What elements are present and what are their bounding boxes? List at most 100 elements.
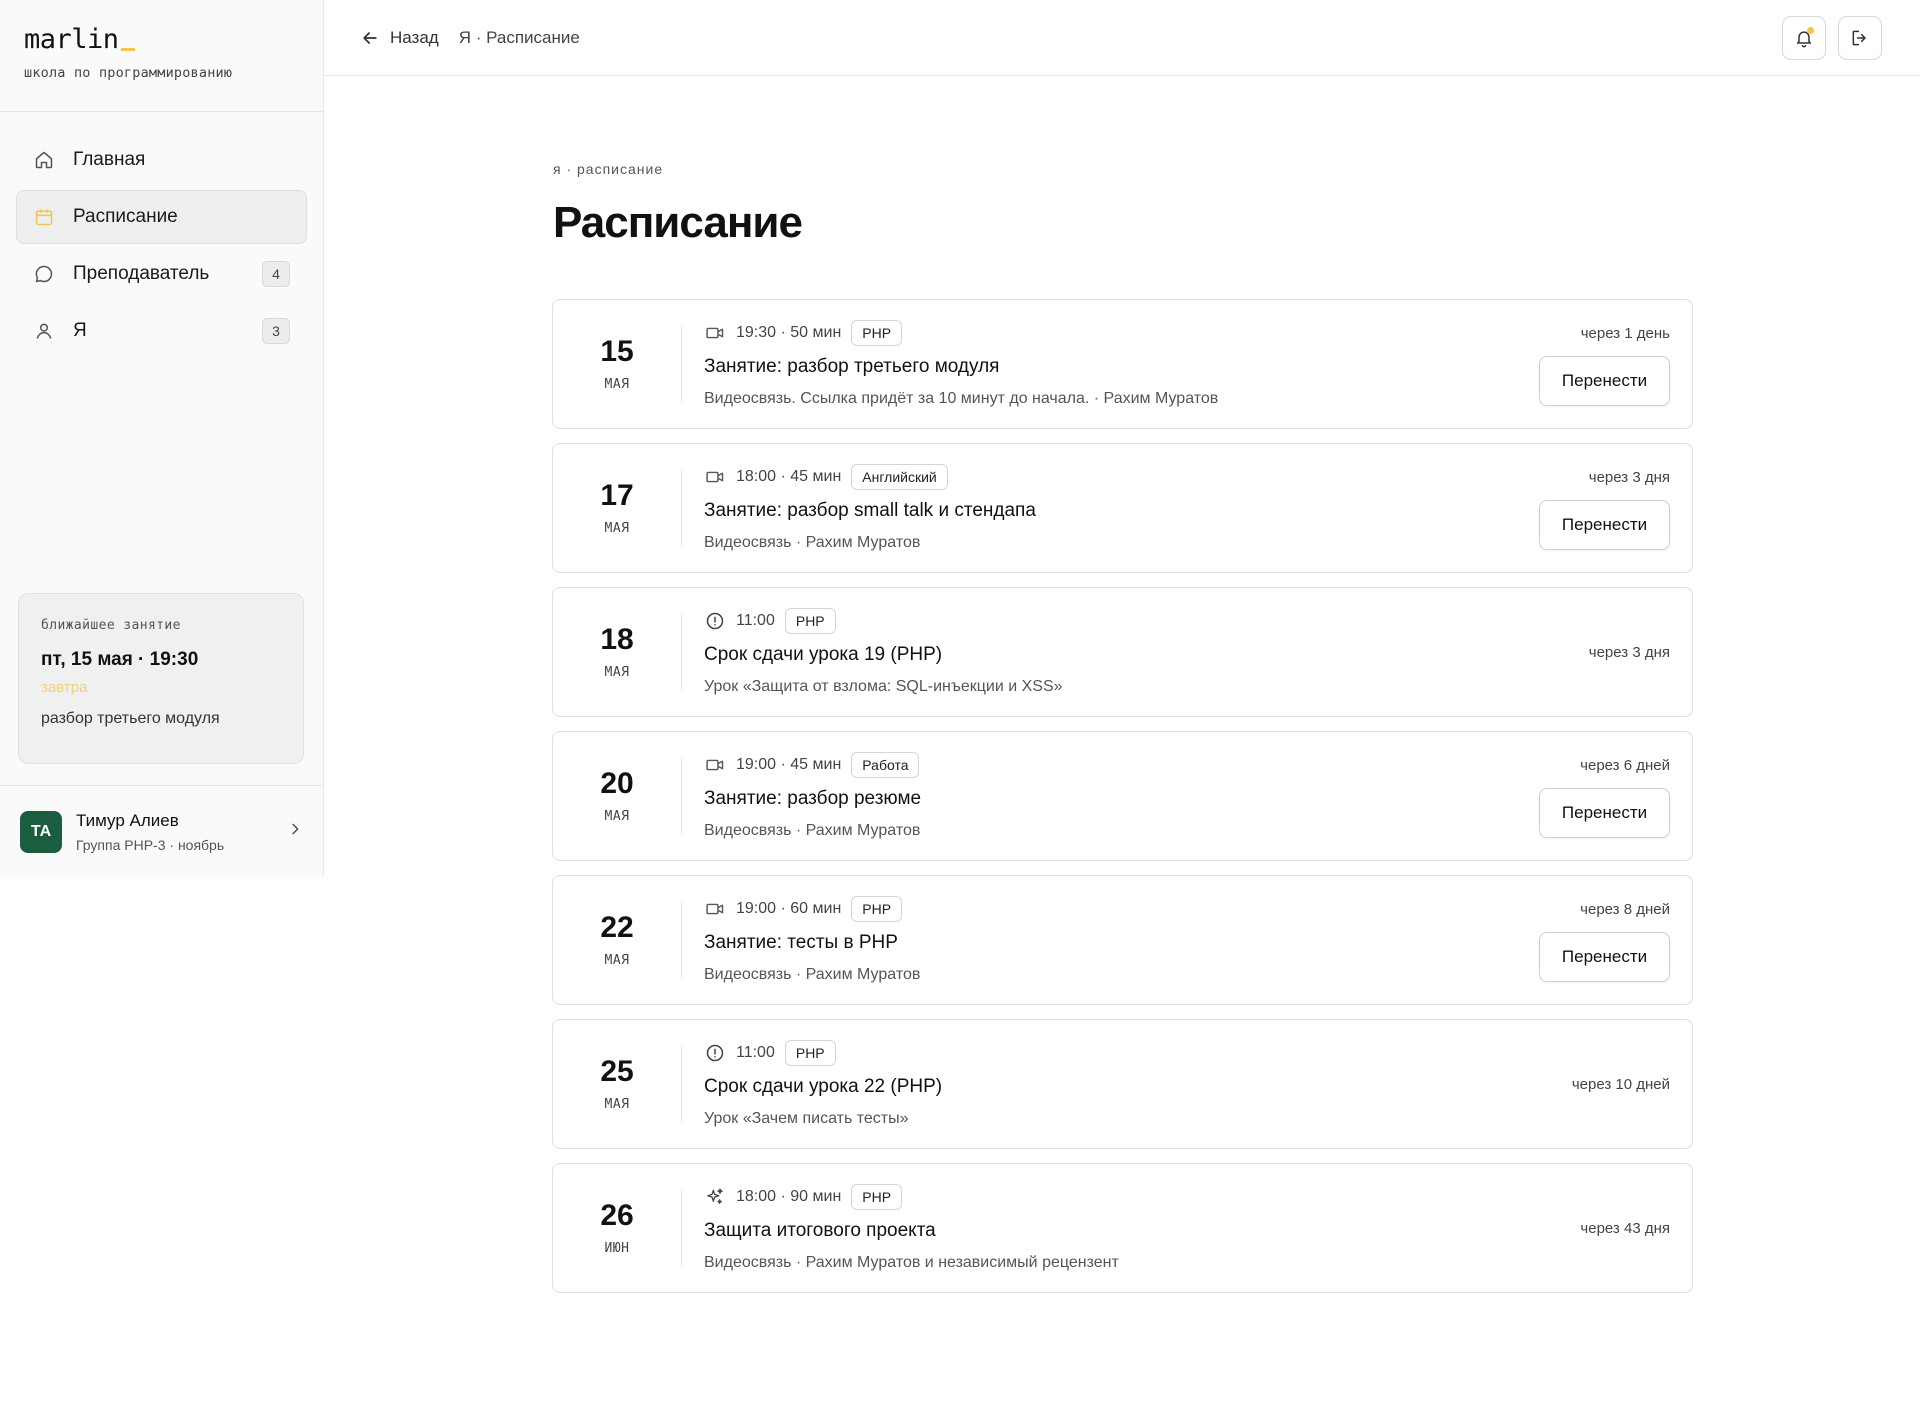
user-profile[interactable]: ТА Тимур Алиев Группа PHP-3 · ноябрь (0, 785, 323, 877)
event-time: 18:00 · 45 мин (736, 468, 842, 485)
chevron-right-icon (287, 821, 303, 842)
user-info: Тимур Алиев Группа PHP-3 · ноябрь (76, 811, 287, 853)
sidebar-item-teacher[interactable]: Преподаватель 4 (16, 247, 307, 301)
event-side: через 43 дня (1580, 1164, 1670, 1292)
event-tag: Работа (851, 752, 920, 778)
event-day: 26 (600, 1198, 634, 1232)
schedule-item: 22 МАЯ 19:00 · 60 мин PHP Занятие: тесты… (552, 875, 1693, 1005)
sidebar: marlin школа по программированию Главная… (0, 0, 324, 877)
arrow-left-icon (363, 31, 377, 44)
event-time: 19:00 · 45 мин (736, 756, 842, 773)
deadline-icon (704, 610, 726, 632)
logout-button[interactable] (1838, 15, 1882, 60)
logo-cursor (120, 48, 135, 51)
event-relative-time: через 1 день (1580, 325, 1670, 342)
sidebar-item-label: Расписание (73, 206, 178, 227)
event-month: МАЯ (604, 952, 630, 968)
page-title: Расписание (553, 198, 803, 247)
next-lesson-datetime: пт, 15 мая · 19:30 (41, 649, 199, 670)
event-date: 25 МАЯ (553, 1047, 682, 1121)
sparkle-icon (704, 1186, 726, 1208)
sidebar-item-home[interactable]: Главная (16, 133, 307, 187)
video-icon (704, 322, 726, 344)
event-side: через 3 дня (1589, 588, 1670, 716)
reschedule-button[interactable]: Перенести (1539, 356, 1670, 406)
event-side: через 6 дней Перенести (1539, 732, 1670, 860)
event-body: 11:00 PHP Срок сдачи урока 19 (PHP) Урок… (682, 608, 1692, 696)
event-month: МАЯ (604, 664, 630, 680)
event-date: 18 МАЯ (553, 615, 682, 689)
event-time: 11:00 (736, 1044, 775, 1061)
logout-icon (1852, 30, 1866, 45)
event-date: 22 МАЯ (553, 903, 682, 977)
event-time: 19:30 · 50 мин (736, 324, 842, 341)
event-tag: PHP (784, 608, 836, 634)
event-month: МАЯ (604, 1096, 630, 1112)
top-actions (1782, 15, 1882, 60)
next-lesson-caption: ближайшее занятие (41, 618, 181, 633)
schedule-item: 26 ИЮН 18:00 · 90 мин PHP Защита итогово… (552, 1163, 1693, 1293)
video-icon (704, 754, 726, 776)
logo-text: marlin (24, 24, 119, 55)
schedule-item: 25 МАЯ 11:00 PHP Срок сдачи урока 22 (PH… (552, 1019, 1693, 1149)
user-group: Группа PHP-3 · ноябрь (76, 836, 225, 853)
event-title: Срок сдачи урока 22 (PHP) (704, 1076, 943, 1097)
schedule-item: 17 МАЯ 18:00 · 45 мин Английский Занятие… (552, 443, 1693, 573)
event-month: ИЮН (604, 1240, 630, 1256)
event-day: 25 (600, 1054, 634, 1088)
event-side: через 3 дня Перенести (1539, 444, 1670, 572)
next-lesson-relative: завтра (41, 679, 88, 696)
back-label: Назад (390, 27, 439, 47)
event-day: 22 (600, 910, 634, 944)
event-month: МАЯ (604, 376, 630, 392)
event-tag: PHP (784, 1040, 836, 1066)
next-lesson-card[interactable]: ближайшее занятие пт, 15 мая · 19:30 зав… (18, 593, 304, 764)
reschedule-button[interactable]: Перенести (1539, 500, 1670, 550)
calendar-icon (33, 206, 55, 228)
schedule-item: 18 МАЯ 11:00 PHP Срок сдачи урока 19 (PH… (552, 587, 1693, 717)
event-side: через 8 дней Перенести (1539, 876, 1670, 1004)
sidebar-item-schedule[interactable]: Расписание (16, 190, 307, 244)
event-relative-time: через 3 дня (1588, 643, 1670, 661)
reschedule-button[interactable]: Перенести (1539, 788, 1670, 838)
event-body: 11:00 PHP Срок сдачи урока 22 (PHP) Урок… (682, 1040, 1692, 1128)
event-date: 26 ИЮН (553, 1191, 682, 1265)
event-tag: Английский (851, 464, 948, 490)
event-body: 18:00 · 90 мин PHP Защита итогового прое… (682, 1184, 1692, 1272)
sidebar-item-label: Я (73, 320, 87, 341)
event-title: Защита итогового проекта (704, 1220, 936, 1241)
event-tag: PHP (851, 896, 903, 922)
event-day: 15 (600, 334, 634, 368)
notification-dot (1807, 26, 1814, 34)
avatar: ТА (20, 810, 62, 853)
event-time: 19:00 · 60 мин (736, 900, 842, 917)
event-date: 17 МАЯ (553, 471, 682, 545)
event-title: Срок сдачи урока 19 (PHP) (704, 644, 943, 665)
event-day: 18 (600, 622, 634, 656)
event-subtitle: Видеосвязь · Рахим Муратов и независимый… (704, 1254, 1119, 1271)
event-side: через 10 дней (1572, 1020, 1670, 1148)
sidebar-item-label: Преподаватель (73, 263, 210, 284)
sidebar-item-me[interactable]: Я 3 (16, 304, 307, 358)
breadcrumb: я · расписание (553, 161, 664, 177)
notifications-button[interactable] (1782, 15, 1826, 60)
sidebar-item-label: Главная (73, 149, 146, 170)
count-badge: 4 (262, 261, 290, 287)
event-day: 20 (600, 766, 634, 800)
video-icon (704, 466, 726, 488)
back-button[interactable]: Назад (360, 28, 439, 48)
reschedule-button[interactable]: Перенести (1539, 932, 1670, 982)
user-icon (33, 320, 55, 342)
next-lesson-title: разбор третьего модуля (41, 710, 220, 727)
event-time: 18:00 · 90 мин (736, 1188, 842, 1205)
brand: marlin школа по программированию (0, 0, 323, 112)
chat-icon (33, 263, 55, 285)
event-date: 20 МАЯ (553, 759, 682, 833)
event-subtitle: Урок «Зачем писать тесты» (704, 1110, 909, 1127)
deadline-icon (704, 1042, 726, 1064)
topbar-breadcrumb: Я · Расписание (458, 27, 580, 47)
event-relative-time: через 3 дня (1588, 469, 1670, 486)
event-subtitle: Урок «Защита от взлома: SQL-инъекции и X… (704, 678, 1063, 695)
event-relative-time: через 43 дня (1580, 1219, 1670, 1237)
logo[interactable]: marlin (24, 26, 299, 53)
